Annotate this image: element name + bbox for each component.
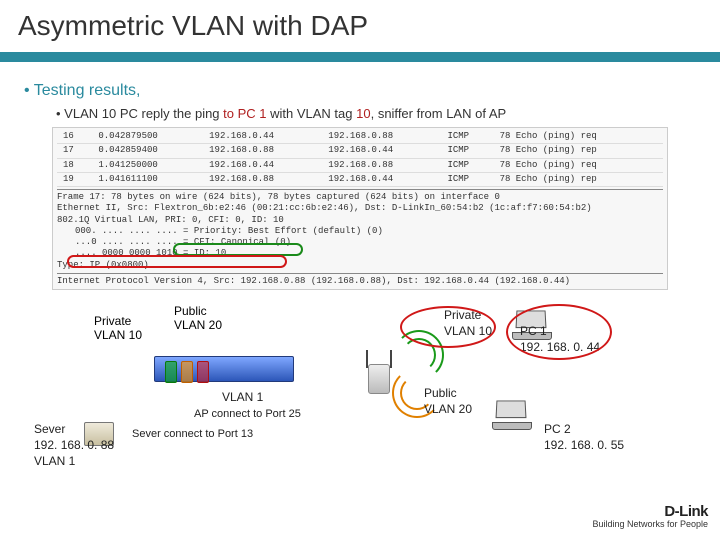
label-pc1-ip: 192. 168. 0. 44: [520, 340, 600, 354]
label-ap-port: AP connect to Port 25: [194, 408, 301, 421]
bullet-sub-hl-to: to PC 1: [223, 106, 266, 121]
table-row: 181.041250000192.168.0.44192.168.0.88ICM…: [57, 158, 663, 172]
label-right-public-vlan: VLAN 20: [424, 402, 472, 416]
label-vlan1: VLAN 1: [222, 390, 263, 404]
eth-line: Ethernet II, Src: Flextron_6b:e2:46 (00:…: [57, 203, 663, 214]
pri-line: 000. .... .... .... = Priority: Best Eff…: [57, 226, 663, 237]
bullet-sub-prefix: VLAN 10 PC reply the ping: [64, 106, 223, 121]
title-band: [0, 52, 720, 62]
bullet-sub-suffix: , sniffer from LAN of AP: [371, 106, 507, 121]
table-row: 170.042859400192.168.0.88192.168.0.44ICM…: [57, 144, 663, 158]
label-pc2: PC 2: [544, 422, 571, 436]
sniffer-capture: 160.042879500192.168.0.44192.168.0.88ICM…: [52, 127, 668, 290]
table-row: 160.042879500192.168.0.44192.168.0.88ICM…: [57, 130, 663, 144]
type-line: Type: IP (0x0800): [57, 260, 663, 271]
brand-name: D-Link: [592, 504, 708, 521]
bullet-sub-mid: with VLAN tag: [267, 106, 357, 121]
frame-line: Frame 17: 78 bytes on wire (624 bits), 7…: [57, 192, 663, 203]
packet-table: 160.042879500192.168.0.44192.168.0.88ICM…: [57, 130, 663, 187]
label-right-public: Public: [424, 386, 457, 400]
label-server-ip: 192. 168. 0. 88: [34, 438, 114, 452]
label-pc1: PC 1: [520, 324, 547, 338]
bullet-main: Testing results,: [24, 82, 696, 100]
label-server-vlan: VLAN 1: [34, 454, 75, 468]
port-green-icon: [165, 361, 177, 383]
label-private-vlan10: Private VLAN 10: [94, 314, 142, 343]
brand-logo: D-Link Building Networks for People: [592, 504, 708, 530]
port-orange-icon: [181, 361, 193, 383]
vlan-line: 802.1Q Virtual LAN, PRI: 0, CFI: 0, ID: …: [57, 215, 663, 226]
content-area: Testing results, VLAN 10 PC reply the pi…: [0, 64, 720, 484]
network-diagram: Private VLAN 10 Public VLAN 20 VLAN 1 AP…: [24, 304, 696, 484]
label-right-private-vlan: VLAN 10: [444, 324, 492, 338]
bullet-sub: VLAN 10 PC reply the ping to PC 1 with V…: [56, 106, 696, 121]
label-public-vlan20: Public VLAN 20: [174, 304, 222, 333]
slide-title: Asymmetric VLAN with DAP: [0, 0, 720, 46]
port-red-icon: [197, 361, 209, 383]
bullet-sub-hl-tag: 10: [356, 106, 370, 121]
table-row: 191.041611100192.168.0.88192.168.0.44ICM…: [57, 172, 663, 186]
laptop-pc2-icon: [492, 400, 534, 430]
label-right-private: Private: [444, 308, 481, 322]
wireless-arc-green-icon: [402, 338, 436, 372]
brand-tagline: Building Networks for People: [592, 520, 708, 530]
label-server-port: Sever connect to Port 13: [132, 428, 253, 441]
cfi-line: ...0 .... .... .... = CFI: Canonical (0): [57, 237, 663, 248]
ip-line: Internet Protocol Version 4, Src: 192.16…: [57, 276, 663, 287]
label-server: Sever: [34, 422, 65, 436]
label-pc2-ip: 192. 168. 0. 55: [544, 438, 624, 452]
id-line: .... 0000 0000 1010 = ID: 10: [57, 248, 663, 259]
switch-icon: [154, 356, 294, 382]
